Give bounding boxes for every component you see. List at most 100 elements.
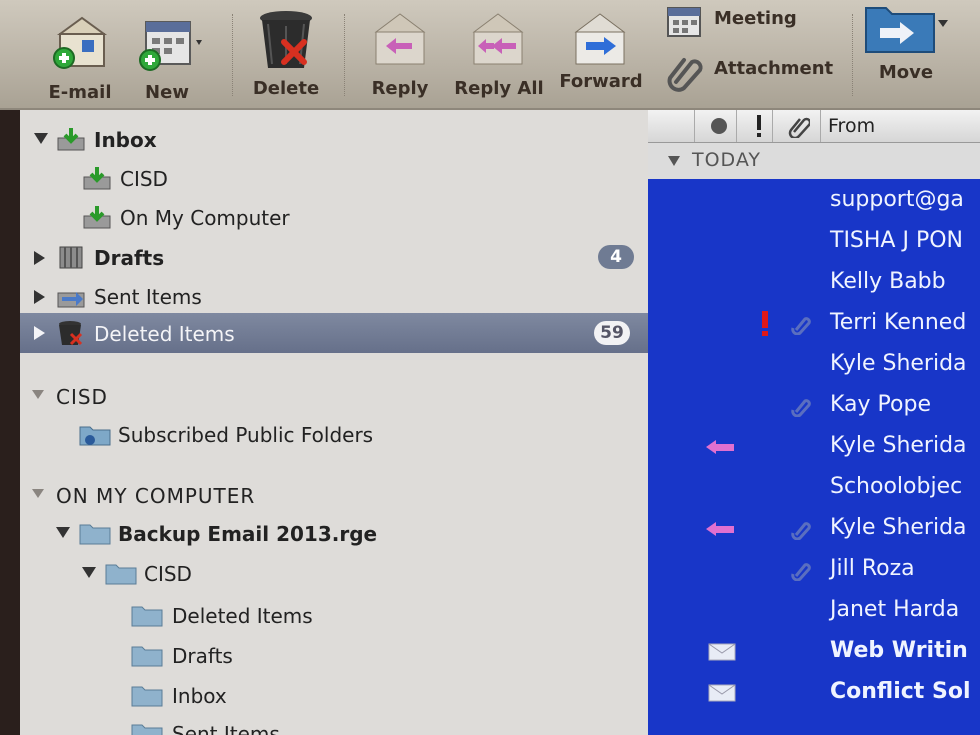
column-divider [736,110,737,142]
message-row[interactable]: Kyle Sherida [648,426,980,467]
section-header-on-my-computer[interactable]: ON MY COMPUTER [20,476,648,514]
sidebar-item-label: Sent Items [94,285,202,309]
sidebar-item-sent-items[interactable]: Sent Items [20,277,648,315]
sidebar-item-drafts[interactable]: Drafts 4 [20,238,648,276]
from-column-header[interactable]: From [828,115,875,137]
unread-envelope-icon [708,643,736,661]
message-row[interactable]: TISHA J PON [648,221,980,262]
public-folder-icon [79,426,111,446]
sidebar-item-subscribed-public-folders[interactable]: Subscribed Public Folders [20,415,648,453]
message-row[interactable]: Jill Roza [648,549,980,590]
email-label: E-mail [48,82,112,103]
forward-button[interactable]: Forward [558,8,644,104]
message-row[interactable]: Conflict Sol [648,672,980,713]
sidebar-item-inbox-on-my-computer[interactable]: On My Computer [20,198,648,236]
column-divider [694,110,695,142]
disclosure-triangle-icon[interactable] [34,251,45,265]
toolbar: E-mail New Delete Reply Reply All Forwar… [0,0,980,110]
disclosure-triangle-icon[interactable] [82,567,96,578]
read-status-column-icon[interactable] [710,117,728,135]
sidebar-item-deleted-items[interactable]: Deleted Items 59 [20,313,648,353]
reply-all-label: Reply All [454,78,544,99]
new-button[interactable]: New [130,12,220,104]
sidebar-item-label: Drafts [94,246,165,270]
message-row[interactable]: Kyle Sherida [648,508,980,549]
group-header-today[interactable]: TODAY [648,143,980,179]
new-calendar-icon [139,21,202,71]
trash-icon [260,11,312,68]
email-button[interactable]: E-mail [40,12,120,104]
folder-icon [131,686,163,707]
sidebar-item-backup-drafts[interactable]: Drafts [20,636,648,674]
folder-sidebar: Inbox CISD On My Computer Drafts 4 Sent … [20,110,648,735]
folder-icon [105,564,137,585]
section-label: CISD [56,385,108,409]
inbox-icon [57,128,85,151]
message-sender: Kyle Sherida [830,433,967,458]
column-divider [820,110,821,142]
disclosure-triangle-icon[interactable] [56,527,70,538]
folder-icon [131,646,163,667]
section-header-cisd[interactable]: CISD [20,377,648,415]
sidebar-item-label: Drafts [172,644,233,668]
sidebar-item-backup-sent-items[interactable]: Sent Items [20,714,648,735]
new-label: New [145,82,189,103]
sidebar-item-label: Deleted Items [172,604,313,628]
message-list-header: From [648,110,980,143]
disclosure-triangle-icon[interactable] [32,489,44,498]
sidebar-item-backup-deleted-items[interactable]: Deleted Items [20,596,648,634]
paperclip-icon [667,58,703,92]
meeting-label: Meeting [714,8,797,29]
folder-icon [79,524,111,545]
toolbar-separator [232,14,234,96]
toolbar-separator [344,14,346,96]
move-button[interactable]: Move [862,0,962,104]
disclosure-triangle-icon[interactable] [32,390,44,399]
message-sender: Kelly Babb [830,269,946,294]
sidebar-item-backup-email[interactable]: Backup Email 2013.rge [20,514,648,552]
message-row[interactable]: support@ga [648,180,980,221]
sidebar-item-inbox-cisd[interactable]: CISD [20,159,648,197]
message-row[interactable]: Terri Kenned [648,303,980,344]
forward-icon [574,13,626,65]
message-row[interactable]: Kyle Sherida [648,344,980,385]
disclosure-triangle-icon[interactable] [34,326,45,340]
disclosure-triangle-icon[interactable] [668,156,680,166]
disclosure-triangle-icon[interactable] [34,133,48,144]
message-row[interactable]: Schoolobjec [648,467,980,508]
section-label: ON MY COMPUTER [56,484,256,508]
forward-label: Forward [559,71,643,92]
reply-icon [374,13,426,65]
message-row[interactable]: Janet Harda [648,590,980,631]
message-row[interactable]: Web Writin [648,631,980,672]
disclosure-triangle-icon[interactable] [34,290,45,304]
sidebar-item-label: On My Computer [120,206,290,230]
delete-button[interactable]: Delete [246,8,326,104]
column-divider [772,110,773,142]
message-sender: Conflict Sol [830,679,971,704]
unread-count-badge: 4 [598,245,634,269]
message-row[interactable]: Kay Pope [648,385,980,426]
attachment-icon [791,522,811,540]
unread-count-badge: 59 [594,321,630,345]
attachment-column-icon[interactable] [788,114,810,138]
sidebar-item-label: Deleted Items [94,322,235,346]
reply-all-button[interactable]: Reply All [452,8,546,104]
meeting-icon [667,7,701,37]
sidebar-item-backup-inbox[interactable]: Inbox [20,676,648,714]
sidebar-item-label: CISD [144,562,192,586]
attachment-button[interactable]: Attachment [660,50,850,96]
group-label: TODAY [692,149,761,171]
delete-label: Delete [252,78,320,99]
trash-icon [59,321,83,346]
sidebar-item-backup-cisd[interactable]: CISD [20,554,648,592]
meeting-button[interactable]: Meeting [660,2,840,48]
sidebar-item-inbox[interactable]: Inbox [20,120,648,158]
message-row[interactable]: Kelly Babb [648,262,980,303]
attachment-icon [791,563,811,581]
priority-column-icon[interactable] [754,114,764,138]
drafts-icon [59,246,83,269]
reply-button[interactable]: Reply [360,8,440,104]
message-sender: Web Writin [830,638,968,663]
message-sender: Kyle Sherida [830,515,967,540]
